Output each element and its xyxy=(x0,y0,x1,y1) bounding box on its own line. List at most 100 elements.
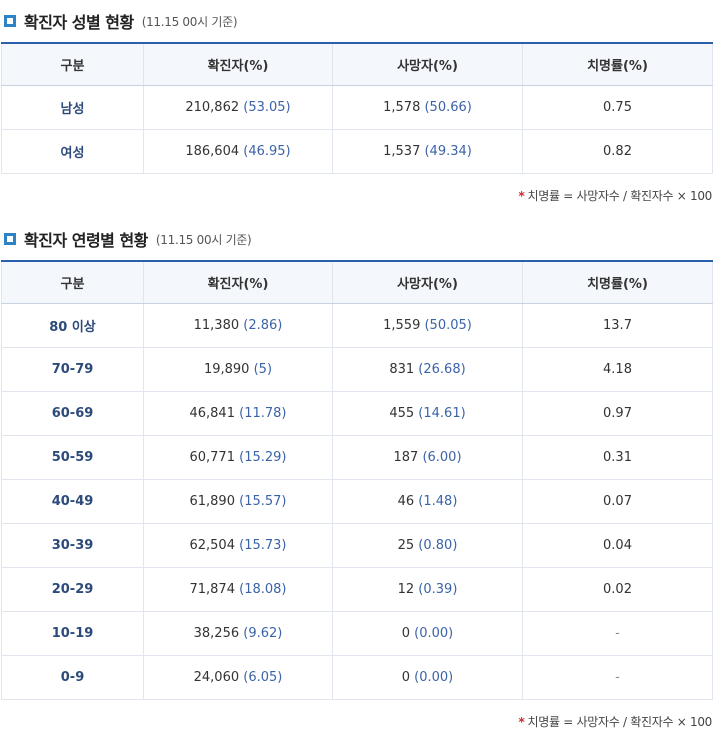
section-heading: 확진자 연령별 현황 xyxy=(24,231,148,250)
deaths-count: 12 xyxy=(397,582,415,597)
deaths-percent: (0.39) xyxy=(418,582,458,597)
fatality-note: * 치명률 = 사망자수 / 확진자수 × 100 xyxy=(0,700,714,744)
fatality-rate: 13.7 xyxy=(522,303,713,348)
row-label: 남성 xyxy=(1,85,144,130)
deaths-count: 1,537 xyxy=(383,144,421,159)
row-label: 50-59 xyxy=(1,435,144,480)
deaths-percent: (6.00) xyxy=(422,450,462,465)
deaths-cell: 0 (0.00) xyxy=(332,611,523,656)
square-marker-icon xyxy=(4,15,16,27)
deaths-cell: 46 (1.48) xyxy=(332,479,523,524)
confirmed-count: 60,771 xyxy=(189,450,235,465)
confirmed-percent: (18.08) xyxy=(239,582,287,597)
deaths-cell: 12 (0.39) xyxy=(332,567,523,612)
confirmed-percent: (9.62) xyxy=(243,626,283,641)
row-label: 10-19 xyxy=(1,611,144,656)
confirmed-cell: 46,841 (11.78) xyxy=(143,391,333,436)
deaths-cell: 187 (6.00) xyxy=(332,435,523,480)
confirmed-percent: (15.29) xyxy=(239,450,287,465)
row-label: 70-79 xyxy=(1,347,144,392)
deaths-cell: 25 (0.80) xyxy=(332,523,523,568)
table-row: 50-59 60,771 (15.29) 187 (6.00) 0.31 xyxy=(1,435,713,480)
confirmed-count: 186,604 xyxy=(185,144,240,159)
confirmed-cell: 186,604 (46.95) xyxy=(143,129,333,174)
table-row: 남성 210,862 (53.05) 1,578 (50.66) 0.75 xyxy=(1,85,713,130)
fatality-rate: 0.82 xyxy=(522,129,713,174)
confirmed-cell: 19,890 (5) xyxy=(143,347,333,392)
deaths-cell: 1,578 (50.66) xyxy=(332,85,523,130)
confirmed-count: 46,841 xyxy=(189,406,235,421)
note-star: * xyxy=(518,715,525,729)
note-star: * xyxy=(518,189,525,203)
deaths-percent: (0.00) xyxy=(414,670,454,685)
table-row: 여성 186,604 (46.95) 1,537 (49.34) 0.82 xyxy=(1,129,713,174)
confirmed-count: 38,256 xyxy=(193,626,240,641)
deaths-count: 1,559 xyxy=(383,318,421,333)
header-confirmed: 확진자(%) xyxy=(143,42,333,86)
table-row: 40-49 61,890 (15.57) 46 (1.48) 0.07 xyxy=(1,479,713,524)
deaths-percent: (50.05) xyxy=(424,318,472,333)
row-label: 40-49 xyxy=(1,479,144,524)
confirmed-cell: 24,060 (6.05) xyxy=(143,655,333,700)
fatality-note: * 치명률 = 사망자수 / 확진자수 × 100 xyxy=(0,174,714,218)
section-date: (11.15 00시 기준) xyxy=(155,232,252,247)
gender-table-body: 남성 210,862 (53.05) 1,578 (50.66) 0.75 여성 186,… xyxy=(1,85,713,174)
section-date: (11.15 00시 기준) xyxy=(141,14,238,29)
table-row: 20-29 71,874 (18.08) 12 (0.39) 0.02 xyxy=(1,567,713,612)
table-row: 70-79 19,890 (5) 831 (26.68) 4.18 xyxy=(1,347,713,392)
confirmed-percent: (15.73) xyxy=(239,538,287,553)
confirmed-cell: 60,771 (15.29) xyxy=(143,435,333,480)
table-row: 80 이상 11,380 (2.86) 1,559 (50.05) 13.7 xyxy=(1,303,713,348)
fatality-rate: 0.97 xyxy=(522,391,713,436)
header-category: 구분 xyxy=(1,42,144,86)
confirmed-count: 62,504 xyxy=(189,538,235,553)
confirmed-count: 71,874 xyxy=(189,582,235,597)
row-label: 30-39 xyxy=(1,523,144,568)
fatality-rate: 0.02 xyxy=(522,567,713,612)
deaths-count: 25 xyxy=(397,538,415,553)
confirmed-cell: 38,256 (9.62) xyxy=(143,611,333,656)
section-heading: 확진자 성별 현황 xyxy=(24,13,134,32)
header-fatality: 치명률(%) xyxy=(522,260,713,304)
deaths-percent: (0.80) xyxy=(418,538,458,553)
row-label: 80 이상 xyxy=(1,303,144,348)
header-fatality: 치명률(%) xyxy=(522,42,713,86)
confirmed-count: 61,890 xyxy=(189,494,235,509)
confirmed-cell: 11,380 (2.86) xyxy=(143,303,333,348)
age-table: 구분 확진자(%) 사망자(%) 치명률(%) 80 이상 11,380 (2.8… xyxy=(1,260,713,700)
age-section: 확진자 연령별 현황 (11.15 00시 기준) 구분 확진자(%) 사망자(… xyxy=(0,218,714,744)
confirmed-count: 210,862 xyxy=(185,100,240,115)
deaths-cell: 831 (26.68) xyxy=(332,347,523,392)
deaths-percent: (50.66) xyxy=(424,100,472,115)
confirmed-cell: 71,874 (18.08) xyxy=(143,567,333,612)
table-row: 30-39 62,504 (15.73) 25 (0.80) 0.04 xyxy=(1,523,713,568)
table-row: 10-19 38,256 (9.62) 0 (0.00) - xyxy=(1,611,713,656)
table-header-row: 구분 확진자(%) 사망자(%) 치명률(%) xyxy=(1,42,713,86)
deaths-cell: 1,559 (50.05) xyxy=(332,303,523,348)
age-table-body: 80 이상 11,380 (2.86) 1,559 (50.05) 13.7 70-79… xyxy=(1,303,713,700)
gender-section: 확진자 성별 현황 (11.15 00시 기준) 구분 확진자(%) 사망자(%… xyxy=(0,0,714,218)
header-deaths: 사망자(%) xyxy=(332,42,523,86)
row-label: 20-29 xyxy=(1,567,144,612)
confirmed-percent: (53.05) xyxy=(243,100,291,115)
confirmed-percent: (15.57) xyxy=(239,494,287,509)
deaths-count: 831 xyxy=(389,362,415,377)
deaths-count: 455 xyxy=(389,406,415,421)
deaths-count: 46 xyxy=(397,494,415,509)
confirmed-count: 11,380 xyxy=(193,318,240,333)
deaths-cell: 455 (14.61) xyxy=(332,391,523,436)
confirmed-percent: (46.95) xyxy=(243,144,291,159)
table-header-row: 구분 확진자(%) 사망자(%) 치명률(%) xyxy=(1,260,713,304)
table-row: 0-9 24,060 (6.05) 0 (0.00) - xyxy=(1,655,713,700)
confirmed-count: 24,060 xyxy=(193,670,240,685)
header-confirmed: 확진자(%) xyxy=(143,260,333,304)
deaths-count: 0 xyxy=(401,626,411,641)
confirmed-cell: 61,890 (15.57) xyxy=(143,479,333,524)
section-title-age: 확진자 연령별 현황 (11.15 00시 기준) xyxy=(0,218,714,260)
confirmed-percent: (11.78) xyxy=(239,406,287,421)
deaths-cell: 1,537 (49.34) xyxy=(332,129,523,174)
deaths-cell: 0 (0.00) xyxy=(332,655,523,700)
confirmed-percent: (6.05) xyxy=(243,670,283,685)
row-label: 여성 xyxy=(1,129,144,174)
deaths-percent: (0.00) xyxy=(414,626,454,641)
